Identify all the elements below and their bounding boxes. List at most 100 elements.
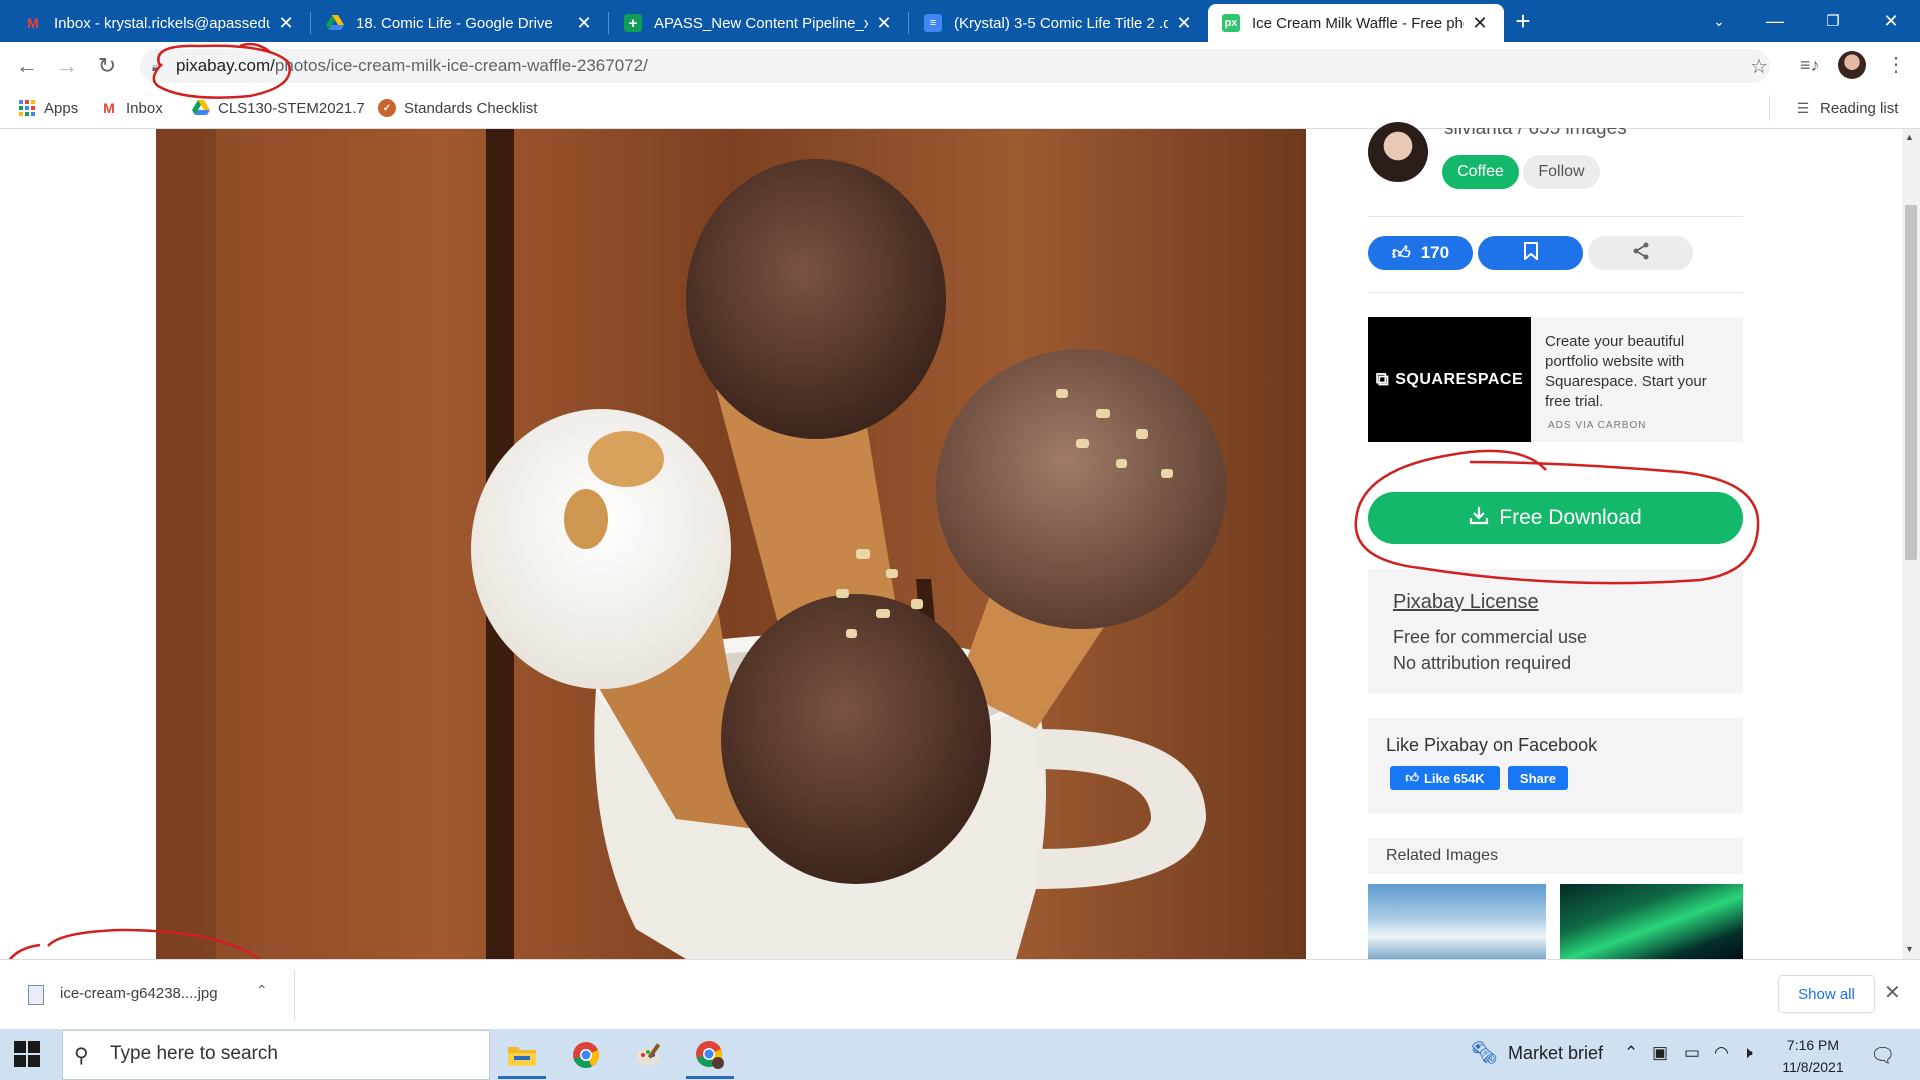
tab-separator (908, 12, 909, 34)
tab-separator (310, 12, 311, 34)
related-images-title: Related Images (1386, 847, 1499, 864)
license-line-attribution: No attribution required (1393, 653, 1572, 673)
follow-button[interactable]: Follow (1523, 155, 1600, 189)
more-menu-icon[interactable]: ⋮ (1886, 52, 1906, 77)
reading-list-button[interactable]: ☰ Reading list (1794, 96, 1899, 120)
image-file-icon (28, 985, 44, 1005)
chrome-profile-icon[interactable] (690, 1035, 730, 1075)
tab-separator (608, 12, 609, 34)
close-tab-icon[interactable]: ✕ (874, 13, 894, 34)
scroll-up-arrow-icon[interactable]: ▲ (1905, 132, 1914, 142)
facebook-share-button[interactable]: Share (1508, 766, 1568, 790)
bookmark-apps[interactable]: Apps (18, 96, 78, 120)
media-control-icon[interactable]: ≡♪ (1800, 55, 1820, 76)
scrollbar-thumb[interactable] (1905, 205, 1917, 560)
bookmark-star-icon[interactable]: ☆ (1750, 54, 1768, 79)
close-window-button[interactable]: ✕ (1862, 0, 1920, 42)
like-button[interactable]: 👍︎ 170 (1368, 236, 1473, 270)
gmail-icon: M (27, 15, 39, 31)
wifi-icon[interactable]: ◠ (1714, 1043, 1729, 1063)
thumbs-up-icon: 👍︎ (1405, 770, 1419, 785)
bookmarks-divider (1769, 95, 1770, 121)
license-line-commercial: Free for commercial use (1393, 627, 1588, 647)
close-tab-icon[interactable]: ✕ (1470, 13, 1490, 34)
reload-icon[interactable]: ↻ (92, 52, 122, 80)
bookmark-cls130[interactable]: CLS130-STEM2021.7 (192, 96, 365, 120)
volume-muted-icon[interactable]: 🕨︎ (1742, 1043, 1753, 1063)
main-photo[interactable] (156, 129, 1306, 959)
chevron-up-icon[interactable]: ⌃ (256, 982, 268, 999)
divider (1368, 292, 1743, 293)
shelf-divider (294, 970, 295, 1020)
downloaded-file-name[interactable]: ice-cream-g64238....jpg (60, 985, 218, 1002)
bookmark-icon (1523, 241, 1538, 265)
clock-time: 7:16 PM (1786, 1037, 1840, 1053)
save-bookmark-button[interactable] (1478, 236, 1583, 270)
tab-google-drive[interactable]: 18. Comic Life - Google Drive ✕ (312, 4, 608, 42)
related-image-iceberg[interactable] (1368, 884, 1546, 959)
facebook-title: Like Pixabay on Facebook (1386, 735, 1598, 755)
tab-search-chevron-icon[interactable]: ⌄ (1690, 0, 1748, 42)
close-tab-icon[interactable]: ✕ (1174, 13, 1194, 34)
windows-start-icon[interactable] (14, 1041, 44, 1071)
chevron-up-icon[interactable]: ⌃ (1624, 1043, 1638, 1063)
bookmark-standards-checklist[interactable]: ✓ Standards Checklist (378, 96, 537, 120)
forward-arrow-icon[interactable]: → (52, 52, 82, 80)
close-tab-icon[interactable]: ✕ (574, 13, 594, 34)
share-icon (1632, 242, 1650, 265)
related-image-aurora[interactable] (1560, 884, 1743, 959)
search-icon: ⚲ (74, 1045, 89, 1067)
tab-google-sheets[interactable]: + APASS_New Content Pipeline_xls ✕ (610, 4, 908, 42)
google-sheets-icon: + (624, 14, 642, 32)
back-arrow-icon[interactable]: ← (12, 52, 42, 80)
restore-button[interactable]: ❐ (1804, 0, 1862, 42)
download-shelf (0, 959, 1920, 1030)
ad-text[interactable]: Create your beautiful portfolio website … (1545, 332, 1730, 412)
show-all-button[interactable]: Show all (1778, 975, 1875, 1013)
free-download-button[interactable]: Free Download (1368, 492, 1743, 544)
profile-avatar[interactable] (1838, 51, 1866, 79)
close-tab-icon[interactable]: ✕ (276, 13, 296, 34)
coffee-button[interactable]: Coffee (1442, 155, 1519, 189)
notification-center-icon[interactable]: 🗨︎ (1870, 1043, 1895, 1068)
url-text[interactable]: pixabay.com/photos/ice-cream-milk-ice-cr… (176, 56, 648, 76)
tab-pixabay-active[interactable]: px Ice Cream Milk Waffle - Free pho ✕ (1208, 4, 1504, 42)
tab-gmail-inbox[interactable]: M Inbox - krystal.rickels@apassedu ✕ (10, 4, 310, 42)
checklist-icon: ✓ (378, 99, 396, 117)
minimize-button[interactable]: — (1746, 0, 1804, 42)
news-widget-icon[interactable]: 🗞︎ (1470, 1040, 1498, 1066)
download-icon (1469, 505, 1489, 531)
pixabay-icon: px (1222, 14, 1240, 32)
new-tab-button[interactable]: + (1503, 0, 1543, 42)
ad-attribution[interactable]: ADS VIA CARBON (1548, 420, 1646, 431)
battery-icon[interactable]: ▭ (1684, 1043, 1700, 1063)
tab-google-docs[interactable]: ≡ (Krystal) 3-5 Comic Life Title 2 .do ✕ (910, 4, 1208, 42)
market-brief-widget[interactable]: Market brief (1508, 1043, 1603, 1064)
share-button[interactable] (1588, 236, 1693, 270)
meet-now-icon[interactable]: ▣ (1652, 1043, 1668, 1063)
google-drive-icon (192, 99, 210, 117)
squarespace-logo[interactable]: ⧉ SQUARESPACE (1368, 317, 1531, 442)
bookmark-inbox[interactable]: M Inbox (100, 96, 163, 120)
taskbar-active-indicator (498, 1076, 546, 1079)
clock-date: 11/8/2021 (1782, 1059, 1844, 1075)
chrome-icon[interactable] (566, 1035, 606, 1075)
divider (1368, 216, 1743, 217)
scroll-down-arrow-icon[interactable]: ▼ (1905, 944, 1914, 954)
paint-icon[interactable] (628, 1035, 668, 1075)
license-link[interactable]: Pixabay License (1393, 591, 1539, 614)
file-explorer-icon[interactable] (502, 1035, 542, 1075)
facebook-like-button[interactable]: 👍︎ Like 654K (1390, 766, 1500, 790)
google-drive-icon (326, 14, 344, 32)
google-docs-icon: ≡ (924, 14, 942, 32)
author-avatar[interactable] (1368, 122, 1428, 182)
close-shelf-icon[interactable]: ✕ (1884, 980, 1901, 1005)
lock-icon[interactable]: 🔒︎ (152, 60, 158, 75)
system-clock[interactable]: 7:16 PM 11/8/2021 (1772, 1034, 1854, 1078)
taskbar-active-indicator (686, 1076, 734, 1079)
url-domain: pixabay.com/ (176, 56, 275, 75)
url-path: photos/ice-cream-milk-ice-cream-waffle-2… (274, 56, 648, 75)
reading-list-icon: ☰ (1796, 99, 1810, 116)
gmail-icon: M (103, 100, 115, 116)
apps-grid-icon (18, 99, 36, 117)
